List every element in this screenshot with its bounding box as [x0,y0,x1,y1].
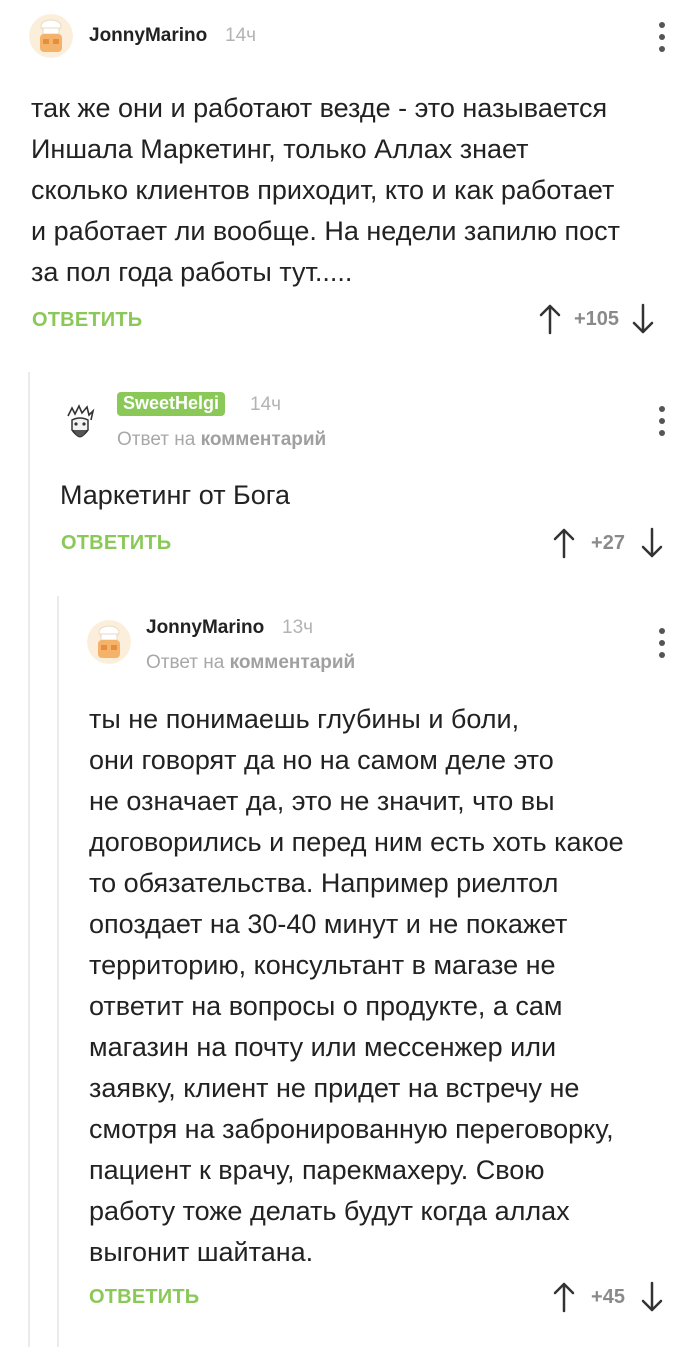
comment-text: ты не понимаешь глубины и боли, они гово… [89,704,624,1267]
reply-button[interactable]: ОТВЕТИТЬ [32,309,142,332]
avatar-chef-icon[interactable] [87,620,131,664]
vote-controls: +45 [552,1281,664,1313]
comment-1: JonnyMarino 14ч так же они и работают ве… [0,0,700,350]
reply-to-prefix: Ответ на [117,429,196,450]
comment-time: 13ч [282,617,314,638]
arrow-down-icon[interactable] [640,1281,664,1313]
arrow-up-icon[interactable] [552,1281,576,1313]
reply-to-target[interactable]: комментарий [201,429,327,450]
comment-text: так же они и работают везде - это называ… [31,93,621,287]
more-vertical-icon[interactable] [657,628,667,658]
comment-3: JonnyMarino 13ч Ответ на комментарий ты … [0,596,700,1347]
reply-to-target[interactable]: комментарий [230,652,356,673]
vote-score: +105 [574,307,620,330]
comment-text: Маркетинг от Бога [60,480,291,510]
reply-to-prefix: Ответ на [146,652,225,673]
arrow-up-icon[interactable] [552,527,576,559]
reply-button[interactable]: ОТВЕТИТЬ [61,532,171,555]
comment-time: 14ч [250,394,282,415]
comment-time: 14ч [225,25,257,46]
reply-button[interactable]: ОТВЕТИТЬ [89,1286,199,1309]
more-vertical-icon[interactable] [657,22,667,52]
comment-2: SweetHelgi 14ч Ответ на комментарий Марк… [0,372,700,582]
vote-score: +45 [591,1285,625,1308]
arrow-down-icon[interactable] [631,303,655,335]
vote-controls: +105 [538,303,655,335]
reply-to-label[interactable]: Ответ на комментарий [146,652,355,674]
author-name[interactable]: JonnyMarino [146,617,264,639]
avatar-bearded-face-icon[interactable] [58,402,102,446]
vote-score: +27 [591,531,625,554]
more-vertical-icon[interactable] [657,406,667,436]
reply-to-label[interactable]: Ответ на комментарий [117,429,326,451]
arrow-up-icon[interactable] [538,303,562,335]
author-name[interactable]: SweetHelgi [117,392,226,416]
avatar-chef-icon[interactable] [29,14,73,58]
arrow-down-icon[interactable] [640,527,664,559]
author-name[interactable]: JonnyMarino [89,25,207,47]
vote-controls: +27 [552,527,664,559]
